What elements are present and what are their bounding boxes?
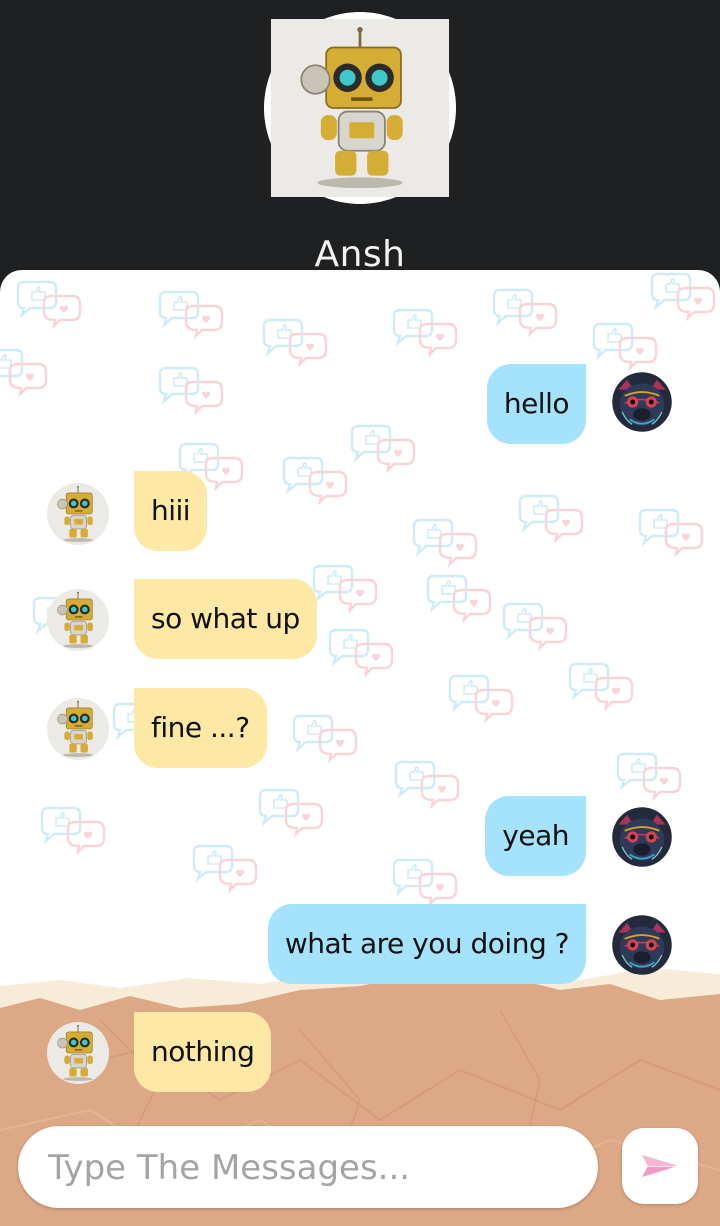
user-avatar: [611, 806, 673, 868]
contact-mini-avatar: [47, 483, 109, 545]
message-bubble-received[interactable]: fine ...?: [134, 688, 267, 768]
robot-avatar-icon: [271, 19, 449, 197]
user-avatar: [611, 914, 673, 976]
robot-avatar-icon: [47, 1022, 109, 1084]
send-button[interactable]: [622, 1128, 698, 1204]
message-bubble-received[interactable]: so what up: [134, 579, 317, 659]
message-input[interactable]: [46, 1126, 580, 1210]
message-bubble-sent[interactable]: yeah: [485, 796, 586, 876]
pug-avatar-icon: [611, 371, 673, 433]
contact-mini-avatar: [47, 1022, 109, 1084]
contact-avatar[interactable]: [264, 12, 456, 204]
message-bubble-sent[interactable]: hello: [486, 364, 586, 444]
paper-plane-icon: [642, 1155, 678, 1177]
contact-mini-avatar: [47, 698, 109, 760]
pug-avatar-icon: [611, 806, 673, 868]
message-row-received: hiii: [0, 471, 720, 551]
message-composer: [18, 1126, 598, 1210]
message-row-sent: what are you doing ?: [0, 904, 720, 984]
contact-name: Ansh: [314, 234, 406, 275]
message-row-received: fine ...?: [0, 688, 720, 768]
message-row-received: so what up: [0, 579, 720, 659]
chat-panel: hello hiii so what up fine ...? yeah wha…: [0, 270, 720, 1226]
robot-avatar-icon: [47, 698, 109, 760]
robot-avatar-icon: [47, 483, 109, 545]
message-row-received: nothing: [0, 1012, 720, 1092]
user-avatar: [611, 371, 673, 433]
message-bubble-received[interactable]: nothing: [134, 1012, 272, 1092]
message-row-sent: hello: [0, 364, 720, 444]
message-bubble-sent[interactable]: what are you doing ?: [267, 904, 586, 984]
message-bubble-received[interactable]: hiii: [134, 471, 208, 551]
chat-header: Ansh: [0, 0, 720, 290]
robot-avatar-icon: [47, 589, 109, 651]
contact-mini-avatar: [47, 589, 109, 651]
pug-avatar-icon: [611, 914, 673, 976]
message-row-sent: yeah: [0, 796, 720, 876]
